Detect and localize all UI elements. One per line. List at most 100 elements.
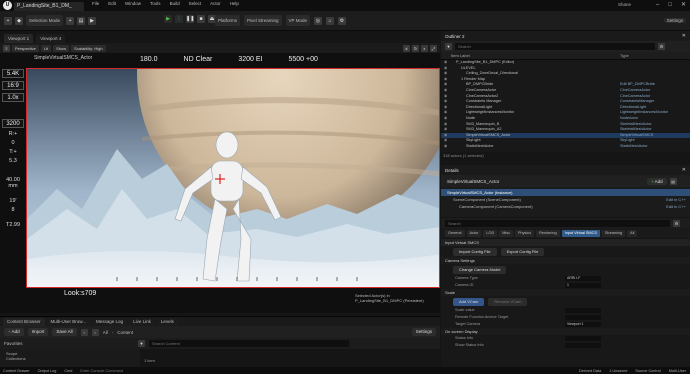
close-icon[interactable]: ✕ (681, 1, 686, 8)
section-on-screen-display[interactable]: On screen Display (441, 328, 690, 335)
outliner-search-input[interactable] (455, 43, 655, 50)
vp-icon-3[interactable]: ⚙ (337, 16, 346, 25)
multi-user-button[interactable]: Multi-User (669, 369, 686, 373)
unsaved-button[interactable]: 1 Unsaved (609, 369, 627, 373)
category-tab[interactable]: LOD (483, 229, 498, 237)
blueprint-icon[interactable]: ▤ (77, 16, 86, 25)
tab-message-log[interactable]: Message Log (92, 318, 128, 326)
path-content[interactable]: Content (117, 330, 133, 335)
details-title[interactable]: Details (445, 168, 459, 173)
menu-help[interactable]: Help (230, 1, 239, 6)
selection-mode-button[interactable]: Selection Mode (26, 15, 64, 26)
blueprint-edit-icon[interactable]: ▤ (669, 177, 677, 185)
vp-icon-1[interactable]: ◎ (313, 16, 322, 25)
tab-viewport-4[interactable]: Viewport 4 (36, 34, 66, 43)
forward-icon[interactable]: › (91, 328, 99, 336)
create-icon[interactable]: + (66, 16, 75, 25)
console-input[interactable]: Enter Console Command (80, 369, 160, 373)
column-item-label[interactable]: Item Label (451, 53, 470, 58)
import-button[interactable]: Import (27, 328, 49, 336)
save-all-button[interactable]: Save All (52, 328, 77, 336)
details-options-icon[interactable]: ⚙ (673, 219, 680, 227)
lit-button[interactable]: Lit (40, 44, 52, 52)
menu-tools[interactable]: Tools (150, 1, 161, 6)
pixel-streaming-button[interactable]: Pixel Streaming (244, 15, 282, 26)
outliner-settings-icon[interactable]: ⚙ (658, 43, 665, 50)
maximize-icon[interactable]: □ (668, 2, 672, 8)
collections-item[interactable]: Collections (6, 356, 134, 361)
platforms-button[interactable]: Platforms (215, 15, 241, 26)
maximize-viewport-icon[interactable]: ⤢ (430, 44, 437, 52)
add-vcam-button[interactable]: Add VCam (453, 297, 485, 306)
content-search-input[interactable] (149, 340, 349, 347)
details-search-input[interactable] (445, 219, 670, 227)
component-row[interactable]: SimpleVirtualSMCS_Actor (Instance) (441, 189, 690, 196)
menu-edit[interactable]: Edit (108, 1, 116, 6)
outliner-close-icon[interactable]: ✕ (682, 33, 686, 39)
section-scale[interactable]: Scale (441, 289, 690, 296)
tab-live-link[interactable]: Live Link (129, 318, 155, 326)
rotate-icon[interactable]: ↻ (412, 44, 419, 52)
menu-select[interactable]: Select (189, 1, 202, 6)
category-tab[interactable]: Input Virtual SMCS (561, 229, 600, 237)
property-value[interactable] (565, 343, 601, 348)
property-value[interactable]: 1 (565, 283, 601, 288)
category-tab[interactable]: All (627, 229, 638, 237)
filter-icon[interactable]: ▼ (138, 340, 145, 347)
details-close-icon[interactable]: ✕ (682, 167, 686, 173)
stop-icon[interactable]: ■ (197, 15, 205, 23)
output-log-button[interactable]: Output Log (38, 369, 57, 373)
minimize-icon[interactable]: – (656, 2, 659, 8)
content-area[interactable]: 1 item (140, 349, 440, 367)
edit-in-cpp-link[interactable]: Edit in C++ (666, 196, 686, 203)
menu-actor[interactable]: Actor (210, 1, 221, 6)
settings-button[interactable]: Settings (663, 18, 686, 23)
property-value[interactable]: Viewport 1 (565, 322, 601, 327)
import-config-button[interactable]: Import Config File (453, 247, 497, 256)
component-row[interactable]: CameraComponent (CameraComponent) Edit in… (441, 203, 690, 210)
menu-window[interactable]: Window (125, 1, 141, 6)
property-value[interactable] (565, 308, 601, 313)
play-icon[interactable]: ▶ (164, 15, 172, 23)
cb-settings-button[interactable]: Settings (411, 328, 436, 336)
play-options-icon[interactable]: ⋮ (175, 15, 183, 23)
scalability-button[interactable]: Scalability: High (71, 44, 106, 52)
menu-build[interactable]: Build (170, 1, 180, 6)
component-row[interactable]: SceneComponent (SceneComponent) Edit in C… (441, 196, 690, 203)
mode-icon[interactable]: ◆ (15, 16, 23, 25)
vp-mode-button[interactable]: VP Mode (285, 15, 310, 26)
category-tab[interactable]: General (445, 229, 465, 237)
property-value[interactable] (565, 336, 601, 341)
category-tab[interactable]: Physics (515, 229, 535, 237)
property-value[interactable]: ARRI LF (565, 276, 601, 281)
category-tab[interactable]: Streaming (601, 229, 626, 237)
cmd-button[interactable]: Cmd (64, 369, 72, 373)
remove-vcam-button[interactable]: Remove VCam (488, 297, 528, 306)
category-tab[interactable]: Misc (499, 229, 514, 237)
project-tab[interactable]: P_LandingSite_B1_DM_ (14, 2, 84, 11)
content-drawer-button[interactable]: Content Drawer (3, 369, 30, 373)
pause-icon[interactable]: ❚❚ (186, 15, 194, 23)
path-all[interactable]: All (103, 330, 108, 335)
favorites-header[interactable]: Favorites (4, 341, 134, 346)
tab-multi-user[interactable]: Multi-User Brow... (46, 318, 91, 326)
grid-icon[interactable]: # (403, 44, 410, 52)
details-add-button[interactable]: + Add (647, 177, 667, 185)
outliner-title[interactable]: Outliner 2 (445, 34, 465, 39)
outliner-filter-icon[interactable]: ▼ (445, 43, 452, 50)
property-value[interactable] (565, 315, 601, 320)
column-type[interactable]: Type (620, 53, 629, 58)
camera-speed-icon[interactable]: ◐ (421, 44, 428, 52)
derived-data-button[interactable]: Derived Data (579, 369, 601, 373)
section-camera-settings[interactable]: Camera Settings (441, 257, 690, 264)
cinematics-icon[interactable]: ▶ (88, 16, 97, 25)
source-control-button[interactable]: Source Control (635, 369, 660, 373)
actor-name-field[interactable]: SimpleVirtualSMCS_Actor (447, 179, 647, 184)
tab-content-browser[interactable]: Content Browser (3, 318, 45, 326)
category-tab[interactable]: Actor (466, 229, 482, 237)
vp-icon-2[interactable]: ⌂ (325, 16, 334, 25)
unreal-logo-icon[interactable]: U (3, 1, 12, 10)
edit-in-cpp-link[interactable]: Edit in C++ (666, 203, 686, 210)
hamburger-icon[interactable]: ≡ (3, 44, 10, 52)
perspective-button[interactable]: Perspective (12, 44, 39, 52)
